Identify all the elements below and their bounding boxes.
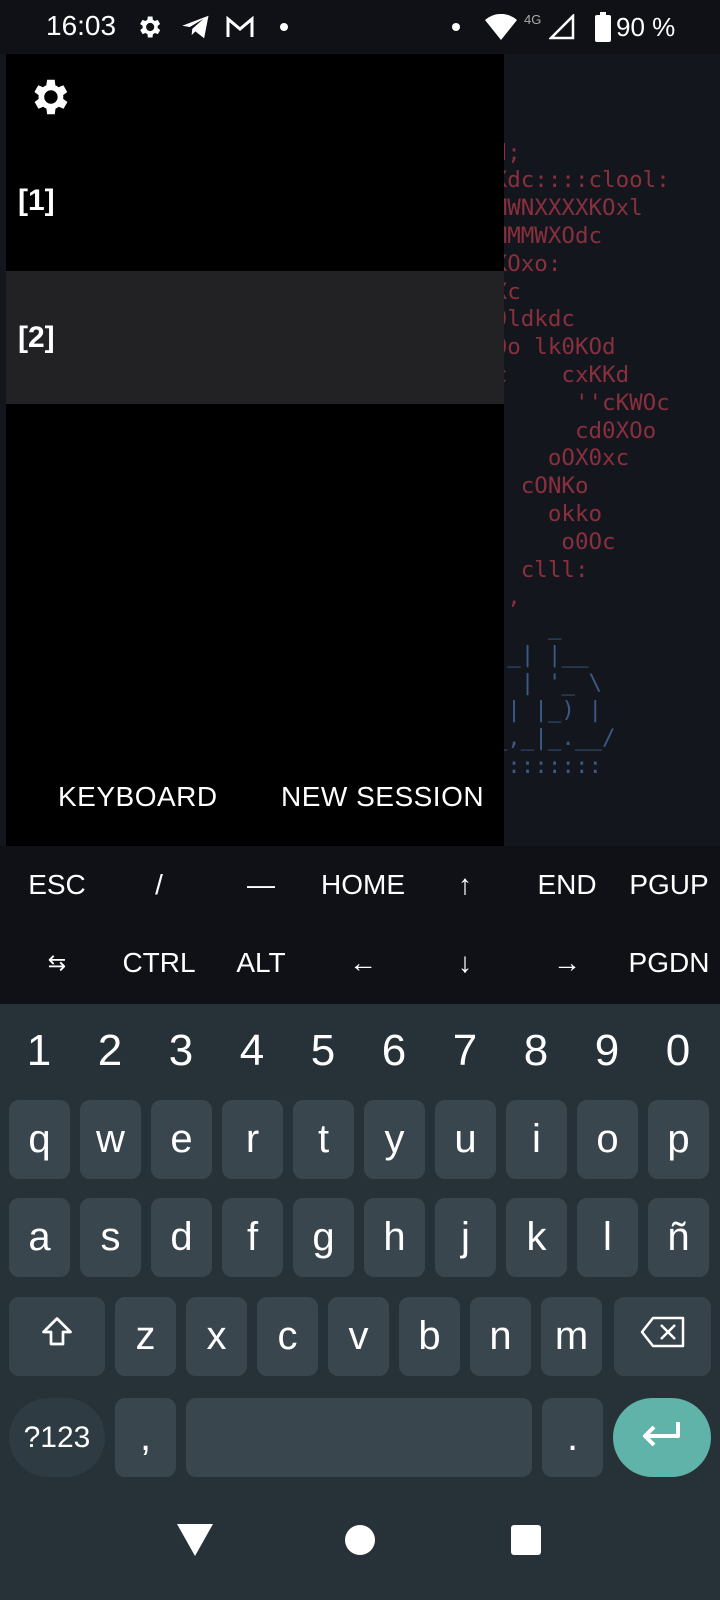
shift-key[interactable] bbox=[9, 1297, 105, 1376]
status-time: 16:03 bbox=[46, 10, 117, 41]
key-9[interactable]: 9 bbox=[572, 1026, 642, 1076]
extra-key-home[interactable]: HOME bbox=[312, 846, 414, 924]
extra-key-down[interactable]: ↓ bbox=[414, 924, 516, 1002]
extra-key-right[interactable]: → bbox=[516, 924, 618, 1002]
key-7[interactable]: 7 bbox=[430, 1026, 500, 1076]
home-icon[interactable] bbox=[330, 1510, 390, 1570]
extra-key-end[interactable]: END bbox=[516, 846, 618, 924]
extra-key-tab[interactable]: ⇆ bbox=[6, 924, 108, 1002]
key-k[interactable]: k bbox=[506, 1198, 567, 1277]
key-t[interactable]: t bbox=[293, 1100, 354, 1179]
settings-notification-icon bbox=[134, 12, 164, 42]
session-label: [1] bbox=[18, 184, 55, 217]
cell-signal-icon bbox=[548, 12, 576, 42]
settings-gear-icon[interactable] bbox=[26, 74, 72, 120]
key-q[interactable]: q bbox=[9, 1100, 70, 1179]
backspace-key[interactable] bbox=[614, 1297, 711, 1376]
extra-key-slash[interactable]: / bbox=[108, 846, 210, 924]
backspace-icon bbox=[639, 1314, 687, 1359]
key-2[interactable]: 2 bbox=[75, 1026, 145, 1076]
key-l[interactable]: l bbox=[577, 1198, 638, 1277]
key-c[interactable]: c bbox=[257, 1297, 318, 1376]
key-a[interactable]: a bbox=[9, 1198, 70, 1277]
key-s[interactable]: s bbox=[80, 1198, 141, 1277]
key-3[interactable]: 3 bbox=[146, 1026, 216, 1076]
telegram-icon bbox=[180, 12, 212, 42]
extra-key-dash[interactable]: — bbox=[210, 846, 312, 924]
key-8[interactable]: 8 bbox=[501, 1026, 571, 1076]
extra-keys-bar: ESC / — HOME ↑ END PGUP ⇆ CTRL ALT ← ↓ →… bbox=[6, 846, 720, 1004]
key-z[interactable]: z bbox=[115, 1297, 176, 1376]
key-y[interactable]: y bbox=[364, 1100, 425, 1179]
enter-key[interactable] bbox=[613, 1398, 711, 1477]
key-u[interactable]: u bbox=[435, 1100, 496, 1179]
recents-icon[interactable] bbox=[496, 1510, 556, 1570]
key-n-tilde[interactable]: ñ bbox=[648, 1198, 709, 1277]
gmail-icon bbox=[224, 12, 256, 42]
status-bar: 16:03 4G 90 % bbox=[0, 0, 720, 54]
key-o[interactable]: o bbox=[577, 1100, 638, 1179]
session-label: [2] bbox=[18, 321, 55, 354]
key-n[interactable]: n bbox=[470, 1297, 531, 1376]
more-notifications-dot-icon bbox=[278, 12, 290, 42]
extra-key-esc[interactable]: ESC bbox=[6, 846, 108, 924]
key-j[interactable]: j bbox=[435, 1198, 496, 1277]
key-v[interactable]: v bbox=[328, 1297, 389, 1376]
symbols-key[interactable]: ?123 bbox=[9, 1398, 105, 1477]
key-h[interactable]: h bbox=[364, 1198, 425, 1277]
key-d[interactable]: d bbox=[151, 1198, 212, 1277]
extra-key-pgdn[interactable]: PGDN bbox=[618, 924, 720, 1002]
key-i[interactable]: i bbox=[506, 1100, 567, 1179]
extra-key-up[interactable]: ↑ bbox=[414, 846, 516, 924]
session-item-2[interactable]: [2] bbox=[6, 271, 504, 404]
key-r[interactable]: r bbox=[222, 1100, 283, 1179]
key-p[interactable]: p bbox=[648, 1100, 709, 1179]
battery-icon bbox=[594, 12, 612, 42]
key-m[interactable]: m bbox=[541, 1297, 602, 1376]
key-f[interactable]: f bbox=[222, 1198, 283, 1277]
key-x[interactable]: x bbox=[186, 1297, 247, 1376]
extra-key-left[interactable]: ← bbox=[312, 924, 414, 1002]
key-g[interactable]: g bbox=[293, 1198, 354, 1277]
session-drawer: [1] [2] KEYBOARD NEW SESSION bbox=[6, 54, 504, 846]
period-key[interactable]: . bbox=[542, 1398, 603, 1477]
key-6[interactable]: 6 bbox=[359, 1026, 429, 1076]
comma-key[interactable]: , bbox=[115, 1398, 176, 1477]
session-item-1[interactable]: [1] bbox=[6, 134, 504, 268]
space-key[interactable] bbox=[186, 1398, 532, 1477]
battery-percent: 90 % bbox=[616, 12, 676, 42]
navigation-bar bbox=[0, 1482, 720, 1600]
extra-key-alt[interactable]: ALT bbox=[210, 924, 312, 1002]
keyboard-button[interactable]: KEYBOARD bbox=[58, 781, 218, 813]
key-0[interactable]: 0 bbox=[643, 1026, 713, 1076]
key-e[interactable]: e bbox=[151, 1100, 212, 1179]
key-5[interactable]: 5 bbox=[288, 1026, 358, 1076]
extra-key-pgup[interactable]: PGUP bbox=[618, 846, 720, 924]
key-w[interactable]: w bbox=[80, 1100, 141, 1179]
back-icon[interactable] bbox=[165, 1510, 225, 1570]
enter-icon bbox=[640, 1415, 684, 1460]
key-4[interactable]: 4 bbox=[217, 1026, 287, 1076]
new-session-button[interactable]: NEW SESSION bbox=[281, 781, 484, 813]
soft-keyboard: 1 2 3 4 5 6 7 8 9 0 q w e r t y u i o p … bbox=[0, 1004, 720, 1482]
key-1[interactable]: 1 bbox=[4, 1026, 74, 1076]
number-row: 1 2 3 4 5 6 7 8 9 0 bbox=[0, 1018, 720, 1080]
wifi-icon bbox=[484, 12, 518, 42]
network-type-label: 4G bbox=[524, 12, 542, 27]
key-b[interactable]: b bbox=[399, 1297, 460, 1376]
shift-icon bbox=[39, 1314, 75, 1360]
extra-key-ctrl[interactable]: CTRL bbox=[108, 924, 210, 1002]
status-dot-icon bbox=[450, 12, 462, 42]
